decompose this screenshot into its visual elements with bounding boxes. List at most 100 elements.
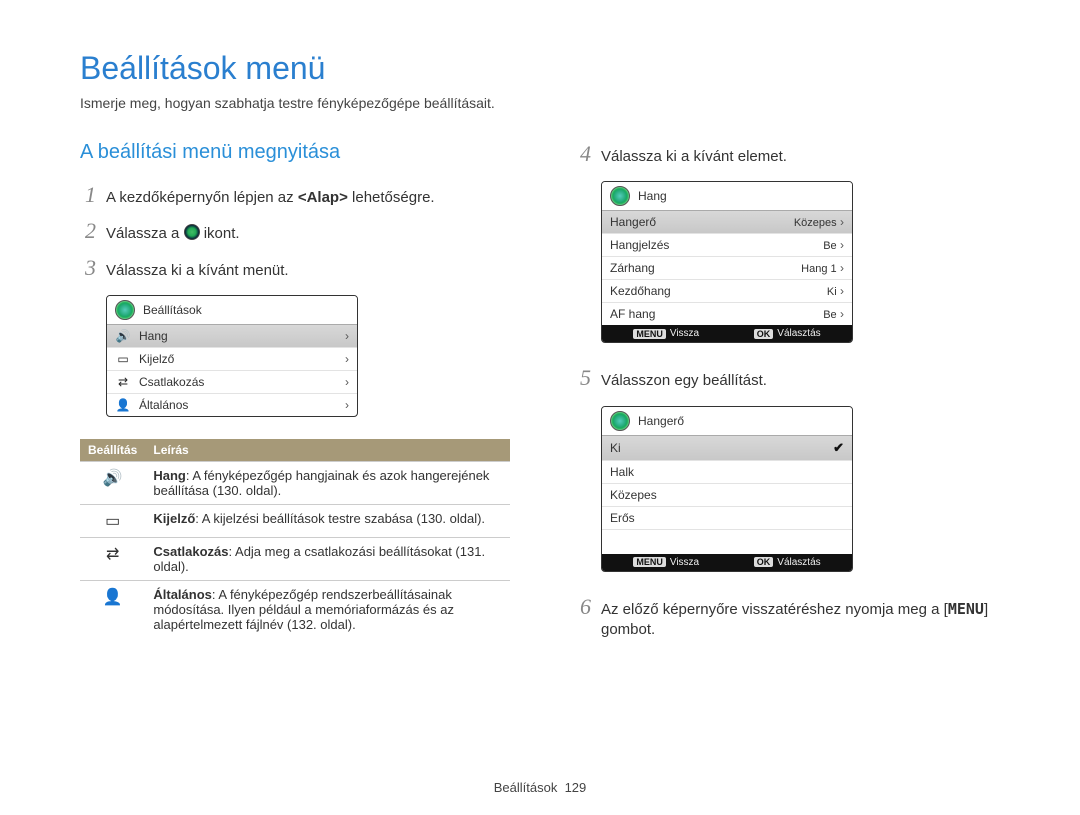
menu-item-hangero[interactable]: Hangerő Közepes › <box>602 211 852 233</box>
step-3-text: Válassza ki a kívánt menüt. <box>106 261 289 281</box>
menu-item-value: Be <box>823 240 836 252</box>
footer-back-label: Vissza <box>670 328 699 339</box>
option-ki[interactable]: Ki ✔ <box>602 436 852 460</box>
page-footer: Beállítások 129 <box>0 780 1080 795</box>
panel3-title: Hangerő <box>638 414 684 428</box>
menu-item-value: Ki <box>827 286 837 298</box>
menu-item-kezdohang[interactable]: Kezdőhang Ki › <box>602 279 852 302</box>
menu-item-value: Hang 1 <box>801 263 836 275</box>
ok-key-icon: OK <box>754 329 774 339</box>
chevron-right-icon: › <box>840 238 844 252</box>
step-number: 3 <box>80 255 96 281</box>
footer-section: Beállítások <box>494 780 558 795</box>
option-halk[interactable]: Halk <box>602 460 852 483</box>
hangero-options-panel: Hangerő Ki ✔ Halk Közepes Erős <box>601 406 853 572</box>
sound-icon: 🔊 <box>103 470 123 487</box>
option-label: Erős <box>610 511 635 525</box>
check-icon: ✔ <box>833 440 844 456</box>
gear-icon <box>115 300 135 320</box>
settings-menu-panel: Beállítások 🔊Hang › ▭ Kijelző › ⇄ Csatlako… <box>106 295 358 417</box>
gear-icon <box>610 411 630 431</box>
connection-icon: ⇄ <box>106 546 119 563</box>
chevron-right-icon: › <box>840 284 844 298</box>
step-4: 4 Válassza ki a kívánt elemet. <box>575 141 1000 167</box>
menu-item-label: Hangjelzés <box>610 238 669 252</box>
desc-name: Csatlakozás <box>153 544 228 559</box>
panel2-title: Hang <box>638 189 667 203</box>
menu-item-label: AF hang <box>610 307 655 321</box>
menu-item-label: Kijelző <box>139 352 174 366</box>
chevron-right-icon: › <box>345 398 349 412</box>
menu-item-hangjelzes[interactable]: Hangjelzés Be › <box>602 233 852 256</box>
menu-item-kijelzo[interactable]: ▭ Kijelző › <box>107 347 357 370</box>
menu-item-label: Csatlakozás <box>139 375 204 389</box>
step-1-text-pre: A kezdőképernyőn lépjen az <box>106 189 298 206</box>
option-kozepes[interactable]: Közepes <box>602 483 852 506</box>
page-title: Beállítások menü <box>80 50 1000 87</box>
desc-name: Hang <box>153 468 186 483</box>
table-row: 👤 Általános: A fényképezőgép rendszerbeá… <box>80 580 510 638</box>
footer-page-number: 129 <box>565 780 587 795</box>
chevron-right-icon: › <box>345 375 349 389</box>
menu-key-text: MENU <box>948 600 984 618</box>
table-row: 🔊 Hang: A fényképezőgép hangjainak és az… <box>80 461 510 504</box>
footer-back-label: Vissza <box>670 557 699 568</box>
step-number: 1 <box>80 182 96 208</box>
gear-icon <box>610 186 630 206</box>
option-empty <box>602 529 852 554</box>
menu-item-afhang[interactable]: AF hang Be › <box>602 302 852 325</box>
step-number: 4 <box>575 141 591 167</box>
step-1-text-post: lehetőségre. <box>352 189 435 206</box>
connection-icon: ⇄ <box>115 376 131 388</box>
step-6-text-pre: Az előző képernyőre visszatéréshez nyomj… <box>601 601 948 618</box>
panel1-title: Beállítások <box>143 303 202 317</box>
table-header-desc: Leírás <box>145 439 510 462</box>
chevron-right-icon: › <box>840 215 844 229</box>
desc-name: Kijelző <box>153 511 195 526</box>
settings-description-table: Beállítás Leírás 🔊 Hang: A fényképezőgép… <box>80 439 510 638</box>
left-column: A beállítási menü megnyitása 1 A kezdőké… <box>80 141 505 650</box>
display-icon: ▭ <box>115 353 131 365</box>
section-heading: A beállítási menü megnyitása <box>80 141 505 164</box>
option-label: Ki <box>610 441 621 455</box>
step-3: 3 Válassza ki a kívánt menüt. <box>80 255 505 281</box>
menu-item-zarhang[interactable]: Zárhang Hang 1 › <box>602 256 852 279</box>
menu-item-label: Zárhang <box>610 261 655 275</box>
desc-text: : A fényképezőgép hangjainak és azok han… <box>153 468 489 498</box>
menu-item-label: Hangerő <box>610 215 656 229</box>
desc-text: : A kijelzési beállítások testre szabása… <box>195 511 485 526</box>
menu-item-value: Be <box>823 309 836 321</box>
chevron-right-icon: › <box>840 261 844 275</box>
panel-footer: MENU Vissza OK Választás <box>602 325 852 342</box>
option-eros[interactable]: Erős <box>602 506 852 529</box>
step-1-bold: <Alap> <box>298 189 348 206</box>
option-label: Halk <box>610 465 634 479</box>
step-1: 1 A kezdőképernyőn lépjen az <Alap> lehe… <box>80 182 505 208</box>
general-icon: 👤 <box>115 399 131 411</box>
table-row: ▭ Kijelző: A kijelzési beállítások testr… <box>80 504 510 537</box>
chevron-right-icon: › <box>345 352 349 366</box>
table-row: ⇄ Csatlakozás: Adja meg a csatlakozási b… <box>80 537 510 580</box>
settings-gear-icon <box>184 224 200 240</box>
footer-ok-label: Választás <box>777 557 820 568</box>
step-6: 6 Az előző képernyőre visszatéréshez nyo… <box>575 594 1000 641</box>
menu-item-altalanos[interactable]: 👤Általános › <box>107 393 357 416</box>
option-label: Közepes <box>610 488 657 502</box>
display-icon: ▭ <box>105 513 120 530</box>
chevron-right-icon: › <box>345 329 349 343</box>
step-number: 2 <box>80 218 96 244</box>
hang-menu-panel: Hang Hangerő Közepes › Hangjelzés Be › Z… <box>601 181 853 343</box>
step-number: 5 <box>575 365 591 391</box>
menu-key-icon: MENU <box>633 557 666 567</box>
panel-footer: MENU Vissza OK Választás <box>602 554 852 571</box>
menu-item-value: Közepes <box>794 217 837 229</box>
step-2-text-post: ikont. <box>204 225 240 242</box>
step-4-text: Válassza ki a kívánt elemet. <box>601 147 787 167</box>
step-5-text: Válasszon egy beállítást. <box>601 371 767 391</box>
menu-item-label: Hang <box>139 329 168 343</box>
menu-item-hang[interactable]: 🔊Hang › <box>107 325 357 347</box>
page-subtitle: Ismerje meg, hogyan szabhatja testre fén… <box>80 95 1000 111</box>
step-5: 5 Válasszon egy beállítást. <box>575 365 1000 391</box>
menu-key-icon: MENU <box>633 329 666 339</box>
menu-item-csatlakozas[interactable]: ⇄ Csatlakozás › <box>107 370 357 393</box>
